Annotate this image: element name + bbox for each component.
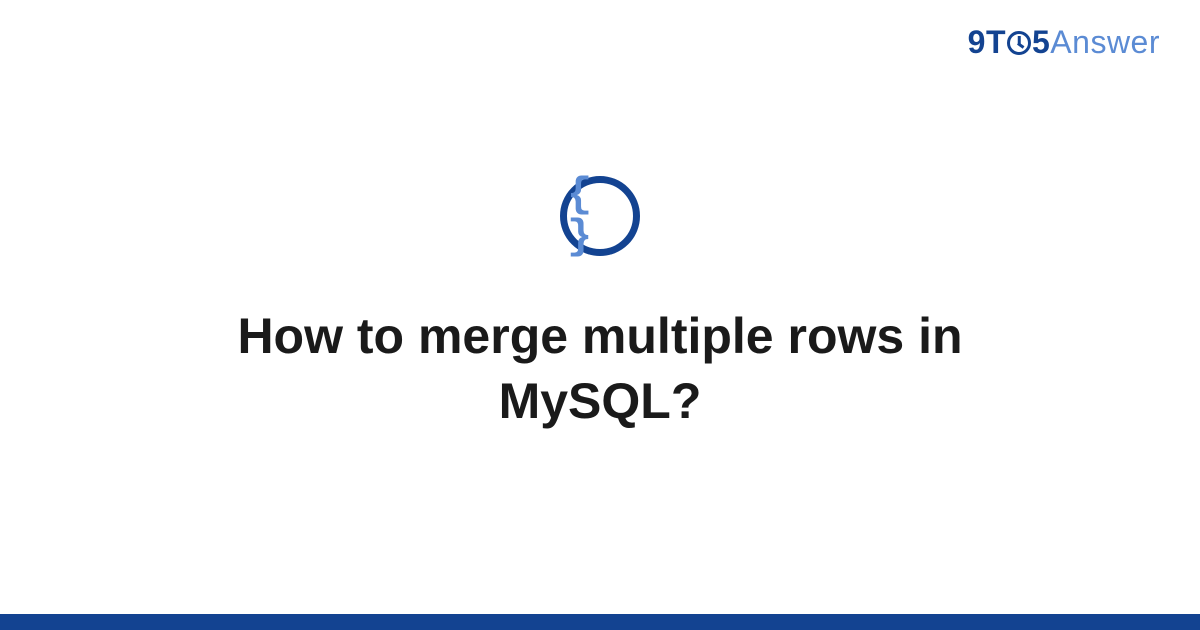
main-content: { } How to merge multiple rows in MySQL?	[0, 0, 1200, 630]
braces-glyph: { }	[567, 174, 633, 258]
icon-container: { }	[560, 176, 640, 256]
footer-accent-bar	[0, 614, 1200, 630]
page-title: How to merge multiple rows in MySQL?	[140, 304, 1060, 434]
code-braces-icon: { }	[560, 176, 640, 256]
